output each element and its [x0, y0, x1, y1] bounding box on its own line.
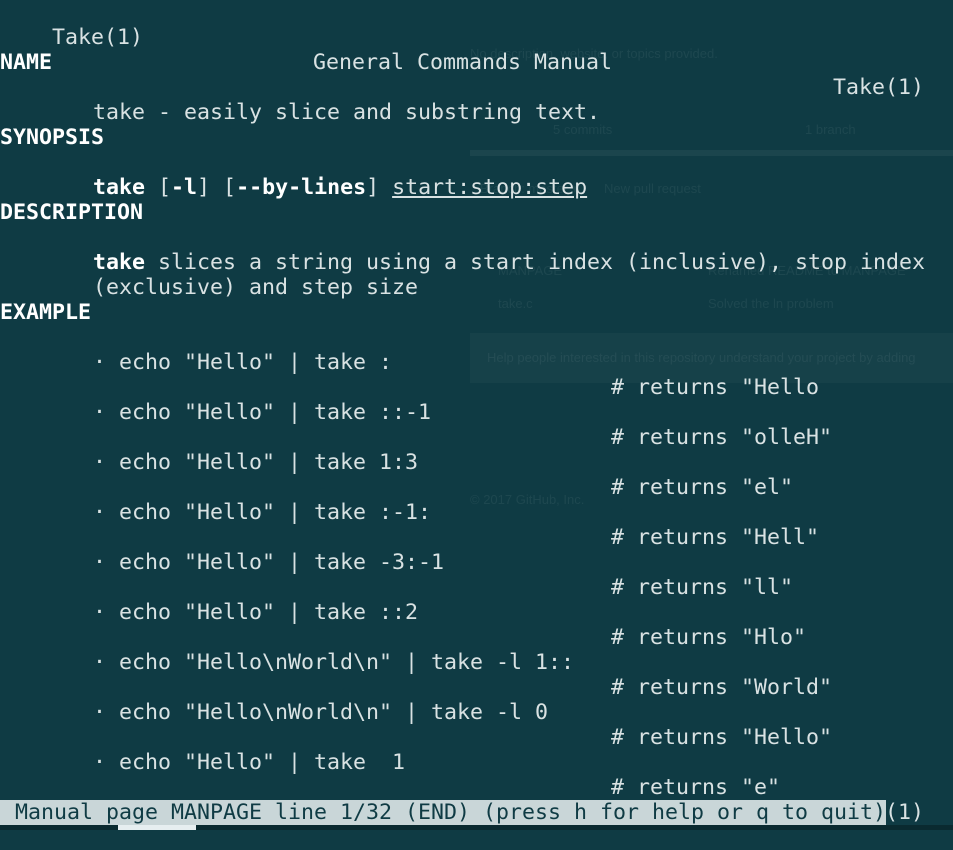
ghost-branch: 1 branch: [805, 122, 856, 137]
ghost-copyright: © 2017 GitHub, Inc.: [470, 492, 585, 507]
synopsis-open1: [: [145, 175, 172, 200]
description-content-1: take slices a string using a start index…: [93, 250, 925, 275]
synopsis-cmd: take: [93, 175, 146, 200]
example-command: · echo "Hello" | take 1: [93, 750, 406, 775]
man-footer: Take(1): [0, 775, 953, 825]
name-heading: NAME: [0, 50, 53, 75]
synopsis-heading: SYNOPSIS: [0, 125, 105, 150]
example-row: · echo "Hello" | take :-1: # returns "He…: [0, 475, 819, 550]
terminal-cursor: [118, 825, 196, 830]
description-text-1: slices a string using a start index (inc…: [145, 250, 926, 275]
example-command: · echo "Hello\nWorld\n" | take -l 0: [93, 700, 549, 725]
description-cmd: take: [93, 250, 146, 275]
ghost-divider: [470, 150, 953, 156]
example-row: · echo "Hello\nWorld\n" | take -l 0 # re…: [0, 675, 832, 750]
example-comment: # returns "Hell": [611, 525, 820, 550]
synopsis-line: take [-l] [--by-lines] start:stop:step: [0, 150, 587, 200]
example-command: · echo "Hello" | take ::-1: [93, 400, 432, 425]
header-center: General Commands Manual: [313, 50, 613, 75]
description-text-2: (exclusive) and step size: [93, 275, 419, 300]
header-right: Take(1): [833, 75, 925, 100]
synopsis-arg: start:stop:step: [392, 175, 588, 200]
name-line: take - easily slice and substring text.: [0, 75, 600, 125]
synopsis-content: take [-l] [--by-lines] start:stop:step: [93, 175, 587, 200]
ghost-new-pr: New pull request: [604, 181, 701, 196]
example-comment: # returns "Hello: [611, 375, 820, 400]
example-command: · echo "Hello" | take -3:-1: [93, 550, 445, 575]
example-row: · echo "Hello" | take -3:-1 # returns "l…: [0, 525, 793, 600]
example-command: · echo "Hello\nWorld\n" | take -l 1::: [93, 650, 575, 675]
example-command: · echo "Hello" | take :: [93, 350, 393, 375]
synopsis-close1: ] [: [197, 175, 237, 200]
man-header: Take(1) General Commands Manual Take(1): [0, 0, 953, 100]
terminal-window[interactable]: No description, website, or topics provi…: [0, 0, 953, 830]
example-heading: EXAMPLE: [0, 300, 92, 325]
example-row: · echo "Hello\nWorld\n" | take -l 1:: # …: [0, 625, 832, 700]
header-left: Take(1): [52, 25, 144, 50]
example-row: · echo "Hello" | take 1:3 # returns "el": [0, 425, 793, 500]
example-command: · echo "Hello" | take ::2: [93, 600, 419, 625]
example-command: · echo "Hello" | take :-1:: [93, 500, 432, 525]
synopsis-flag-l: -l: [171, 175, 198, 200]
example-row: · echo "Hello" | take ::2 # returns "Hlo…: [0, 575, 806, 650]
example-comment: # returns "World": [611, 675, 833, 700]
example-row: · echo "Hello" | take 1 # returns "e": [0, 725, 780, 800]
description-heading: DESCRIPTION: [0, 200, 144, 225]
example-row: · echo "Hello" | take ::-1 # returns "ol…: [0, 375, 832, 450]
ghost-file-2: take.c: [498, 296, 533, 311]
description-line-2: (exclusive) and step size: [0, 250, 418, 300]
example-comment: # returns "ll": [611, 575, 794, 600]
example-comment: # returns "Hello": [611, 725, 833, 750]
example-row: · echo "Hello" | take : # returns "Hello: [0, 325, 819, 400]
ghost-file-2-msg: Solved the ln problem: [708, 296, 834, 311]
ghost-help-text: Help people interested in this repositor…: [487, 350, 916, 365]
synopsis-flag-by-lines: --by-lines: [236, 175, 367, 200]
example-comment: # returns "el": [611, 475, 794, 500]
example-comment: # returns "olleH": [611, 425, 833, 450]
synopsis-close2: ]: [366, 175, 393, 200]
example-command: · echo "Hello" | take 1:3: [93, 450, 419, 475]
description-line-1: take slices a string using a start index…: [0, 225, 925, 275]
example-comment: # returns "Hlo": [611, 625, 807, 650]
pager-status-bar: Manual page MANPAGE line 1/32 (END) (pre…: [0, 800, 887, 825]
name-text: take - easily slice and substring text.: [93, 100, 601, 125]
